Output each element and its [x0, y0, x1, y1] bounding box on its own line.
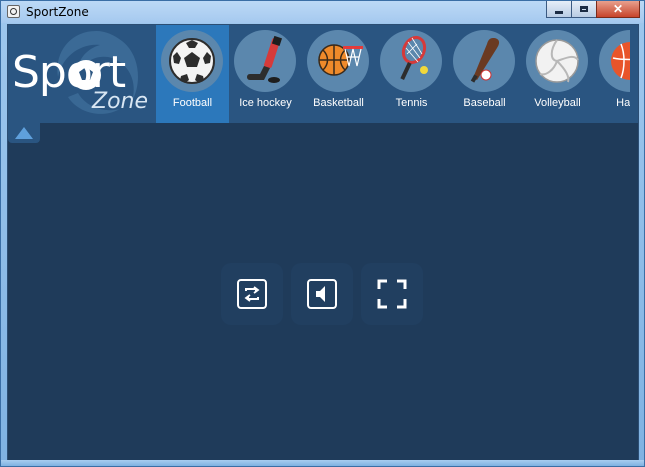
sport-item-label: Ice hockey: [239, 97, 292, 109]
fullscreen-icon: [377, 279, 407, 309]
app-content: Sport Zone Football Ice hockey Basketbal…: [7, 24, 639, 461]
close-icon: ✕: [612, 2, 624, 16]
volume-icon: [316, 286, 325, 302]
hockey-stick-icon: [247, 35, 283, 83]
logo-text-zone: Zone: [92, 89, 149, 114]
close-button[interactable]: ✕: [596, 1, 640, 18]
title-bar[interactable]: SportZone ✕: [1, 1, 644, 23]
sportzone-logo: Sport Zone: [8, 25, 156, 123]
collapse-toggle-button[interactable]: [8, 123, 40, 143]
sport-item-volleyball[interactable]: Volleyball: [521, 25, 594, 123]
minimize-button[interactable]: [546, 1, 572, 18]
baseball-bat-icon: [470, 38, 500, 83]
app-icon: [7, 5, 20, 18]
sport-item-label: Handl: [616, 97, 630, 109]
window-controls: ✕: [546, 1, 640, 19]
sport-navigation-bar: Sport Zone Football Ice hockey Basketbal…: [8, 25, 638, 123]
sport-item-tennis[interactable]: Tennis: [375, 25, 448, 123]
sport-item-label: Football: [172, 97, 213, 109]
sport-list: Football Ice hockey Basketball Tennis Ba…: [156, 25, 630, 123]
window-bottom-border: [1, 460, 644, 466]
tennis-racket-icon: [400, 35, 428, 81]
basketball-icon: [318, 44, 363, 76]
football-icon: [169, 38, 215, 84]
sport-item-basketball[interactable]: Basketball: [302, 25, 375, 123]
window-title: SportZone: [26, 5, 89, 19]
sport-item-label: Baseball: [463, 97, 506, 109]
sport-item-label: Basketball: [313, 97, 364, 109]
maximize-icon: [580, 6, 588, 12]
sport-item-ice-hockey[interactable]: Ice hockey: [229, 25, 302, 123]
sport-item-baseball[interactable]: Baseball: [448, 25, 521, 123]
volume-button[interactable]: [291, 263, 353, 325]
sport-item-handball[interactable]: Handl: [594, 25, 630, 123]
repeat-button[interactable]: [221, 263, 283, 325]
maximize-button[interactable]: [571, 1, 597, 18]
repeat-icon: [244, 286, 260, 302]
app-window: SportZone ✕ Sport Zone Football Ice hock…: [0, 0, 645, 467]
sport-item-label: Volleyball: [534, 97, 581, 109]
handball-icon: [611, 42, 630, 80]
fullscreen-button[interactable]: [361, 263, 423, 325]
sport-item-football[interactable]: Football: [156, 25, 229, 123]
sport-item-label: Tennis: [395, 97, 428, 109]
player-controls: [221, 263, 423, 325]
minimize-icon: [555, 10, 563, 14]
volleyball-icon: [535, 39, 579, 83]
